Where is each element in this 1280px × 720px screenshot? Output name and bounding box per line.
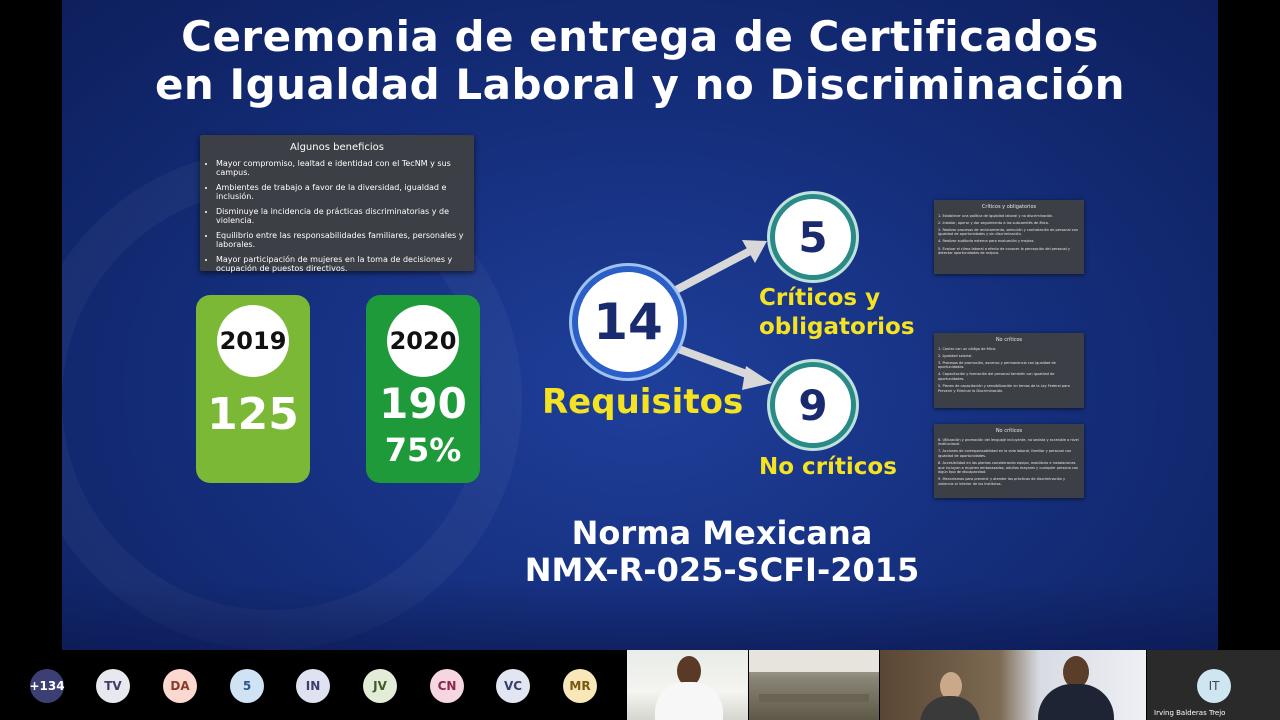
critical-label-line1: Críticos y	[759, 285, 881, 311]
video-tile-3[interactable]	[880, 650, 1146, 720]
participant-body	[1038, 684, 1114, 720]
video-tile-1[interactable]	[627, 650, 748, 720]
noncritical-detail-item: 1. Contar con un código de ética.	[938, 346, 997, 351]
video-tile-2[interactable]	[749, 650, 879, 720]
participant-avatar[interactable]: DA	[163, 669, 197, 703]
critical-detail-item: 4. Realizar auditoría externa para evalu…	[938, 239, 1035, 244]
critical-details-card: Críticos y obligatorios 1. Establecer un…	[934, 200, 1084, 274]
critical-detail-item: 3. Realizar procesos de reclutamiento, s…	[938, 227, 1079, 237]
participant-avatar[interactable]: 5	[230, 669, 264, 703]
participant-avatar[interactable]: VC	[496, 669, 530, 703]
participant-body	[920, 696, 980, 720]
noncritical-details-card-1: No críticos 1. Contar con un código de é…	[934, 333, 1084, 408]
participant-avatar[interactable]: CN	[430, 669, 464, 703]
noncritical-details-heading: No críticos	[995, 337, 1023, 343]
participant-avatar[interactable]: IN	[296, 669, 330, 703]
room-ceiling	[749, 650, 879, 672]
noncritical-detail-item: 4. Capacitación y formación del personal…	[938, 372, 1055, 382]
noncritical-detail-item: 7. Acciones de corresponsabilidad en la …	[938, 449, 1072, 458]
presentation-slide: Ceremonia de entrega de Certificados en …	[62, 0, 1218, 650]
requisitos-label: Requisitos	[542, 382, 744, 422]
participant-avatar[interactable]: JV	[363, 669, 397, 703]
participant-avatar-it: IT	[1197, 669, 1231, 703]
total-requirements-circle: 14	[572, 266, 684, 378]
noncritical-details-card-2: No críticos 6. Utilización y promoción d…	[934, 424, 1084, 498]
arrow-to-critical	[674, 246, 754, 294]
critical-detail-item: 5. Evaluar el clima laboral a efecto de …	[938, 246, 1070, 256]
arrow-head-noncritical	[742, 366, 772, 390]
noncritical-detail-item: 2. Igualdad salarial.	[938, 353, 973, 358]
norma-title: Norma Mexicana	[571, 514, 873, 552]
critical-details-heading: Críticos y obligatorios	[981, 204, 1037, 210]
critical-detail-item: 2. Instalar, operar y dar seguimiento a …	[938, 220, 1049, 225]
participant-avatar[interactable]: MR	[563, 669, 597, 703]
norma-code: NMX-R-025-SCFI-2015	[524, 551, 920, 589]
noncritical-requirements-circle: 9	[770, 362, 856, 448]
more-participants-button[interactable]: +134	[29, 669, 65, 703]
participant-avatar[interactable]: TV	[96, 669, 130, 703]
noncritical-label: No críticos	[759, 454, 897, 480]
critical-label: Críticos y obligatorios	[759, 284, 915, 342]
critical-requirements-circle: 5	[770, 194, 856, 280]
noncritical-detail-item: 3. Procesos de promoción, ascenso y perm…	[938, 360, 1056, 370]
noncritical-detail-item: 6. Utilización y promoción del lenguaje …	[938, 437, 1079, 447]
noncritical-detail-item: 5. Planes de capacitación y sensibilizac…	[938, 384, 1070, 393]
participant-name: Irving Balderas Trejo	[1154, 709, 1226, 717]
noncritical-details-heading: No críticos	[995, 428, 1023, 434]
critical-label-line2: obligatorios	[759, 314, 915, 340]
critical-detail-item: 1. Establecer una política de igualdad l…	[938, 213, 1054, 218]
noncritical-detail-item: 9. Mecanismos para prevenir y atender la…	[938, 477, 1066, 486]
room-table	[759, 694, 869, 702]
arrow-to-noncritical	[674, 344, 754, 380]
noncritical-detail-item: 8. Accesibilidad en las plantas consider…	[938, 460, 1079, 475]
participant-body	[655, 682, 723, 720]
